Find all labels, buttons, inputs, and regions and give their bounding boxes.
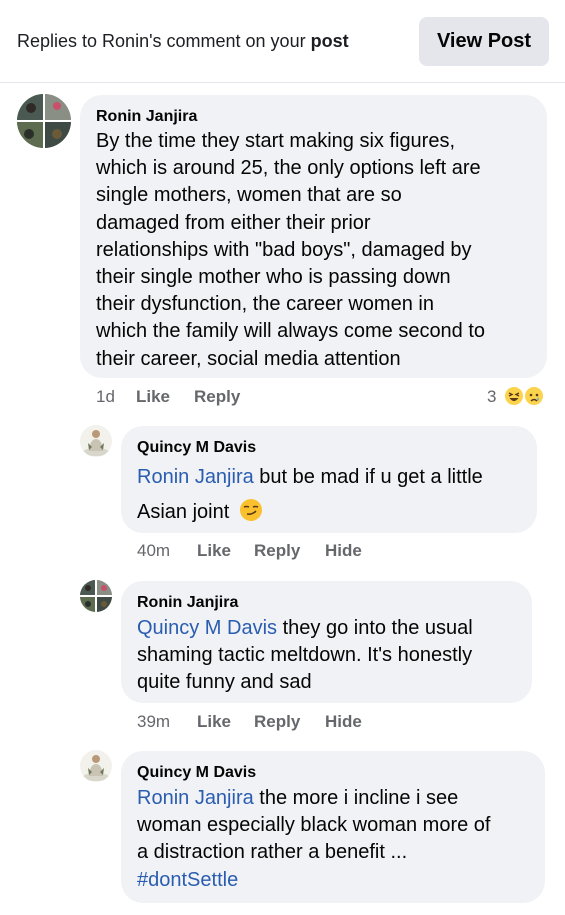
laughing-emoji-icon [503, 385, 525, 407]
reply-line: a distraction rather a benefit ... [137, 841, 408, 864]
reply-text: Quincy M Davis they go into the usual sh… [137, 615, 532, 697]
header-post-link[interactable]: post [311, 31, 349, 51]
mention-link[interactable]: Ronin Janjira [137, 466, 254, 488]
comment-line: damaged from either their prior [96, 211, 371, 234]
comment-line: By the time they start making six figure… [96, 130, 456, 152]
reply-button[interactable]: Reply [254, 541, 300, 561]
reply-time: 39m [137, 712, 171, 731]
like-button[interactable]: Like [136, 387, 170, 407]
replies-header: Replies to Ronin's comment on your post … [0, 0, 565, 83]
avatar[interactable] [80, 580, 112, 612]
crying-emoji-icon [523, 385, 545, 407]
header-title: Replies to Ronin's comment on your post [17, 31, 349, 52]
hide-button[interactable]: Hide [325, 712, 362, 732]
reply-line-text: Asian joint [137, 501, 230, 523]
avatar[interactable] [80, 425, 112, 457]
like-button[interactable]: Like [197, 712, 231, 732]
comment-line: their single mother who is passing down [96, 266, 451, 289]
comment-line: which the family will always come second… [96, 320, 486, 343]
reply-line-rest: the more i incline i see [253, 787, 459, 809]
smirk-emoji-icon [239, 498, 263, 534]
reply-line-rest: they go into the usual [277, 617, 473, 639]
hide-button[interactable]: Hide [325, 541, 362, 561]
like-button[interactable]: Like [197, 541, 231, 561]
comment-line: their career, social media attention [96, 347, 401, 370]
comment-time: 1d [96, 387, 115, 406]
comment-text: By the time they start making six figure… [96, 128, 542, 373]
comment-line: single mothers, women that are so [96, 184, 402, 207]
reply-button[interactable]: Reply [254, 712, 300, 732]
hashtag-link[interactable]: #dontSettle [137, 869, 238, 891]
mention-link[interactable]: Ronin Janjira [137, 787, 254, 809]
mention-link[interactable]: Quincy M Davis [137, 617, 277, 639]
avatar[interactable] [80, 750, 112, 782]
reply-author[interactable]: Quincy M Davis [137, 764, 256, 782]
reply-line: woman especially black woman more of [137, 814, 491, 837]
reply-author[interactable]: Quincy M Davis [137, 439, 256, 457]
reply-line: shaming tactic meltdown. It's honestly [137, 644, 473, 667]
header-title-prefix: Replies to Ronin's comment on your [17, 31, 311, 51]
reply-button[interactable]: Reply [194, 387, 240, 407]
comment-author[interactable]: Ronin Janjira [96, 108, 197, 126]
reply-line-rest: but be mad if u get a little [253, 466, 483, 488]
view-post-button[interactable]: View Post [419, 17, 549, 66]
reply-line: Ronin Janjira but be mad if u get a litt… [137, 460, 537, 495]
reply-line: Quincy M Davis they go into the usual [137, 615, 532, 642]
reply-line: #dontSettle [137, 867, 542, 894]
reply-line: Ronin Janjira the more i incline i see [137, 785, 542, 812]
reaction-count[interactable]: 3 [487, 387, 496, 407]
comment-line: relationships with "bad boys", damaged b… [96, 238, 472, 261]
reply-author[interactable]: Ronin Janjira [137, 594, 238, 612]
reply-text: Ronin Janjira but be mad if u get a litt… [137, 460, 537, 534]
comment-line: their dysfunction, the career women in [96, 293, 434, 316]
avatar[interactable] [17, 94, 71, 148]
reply-time: 40m [137, 541, 171, 560]
reply-line: quite funny and sad [137, 671, 312, 694]
comment-line: which is around 25, the only options lef… [96, 157, 481, 180]
reply-text: Ronin Janjira the more i incline i see w… [137, 785, 542, 894]
reply-line: Asian joint [137, 495, 537, 534]
